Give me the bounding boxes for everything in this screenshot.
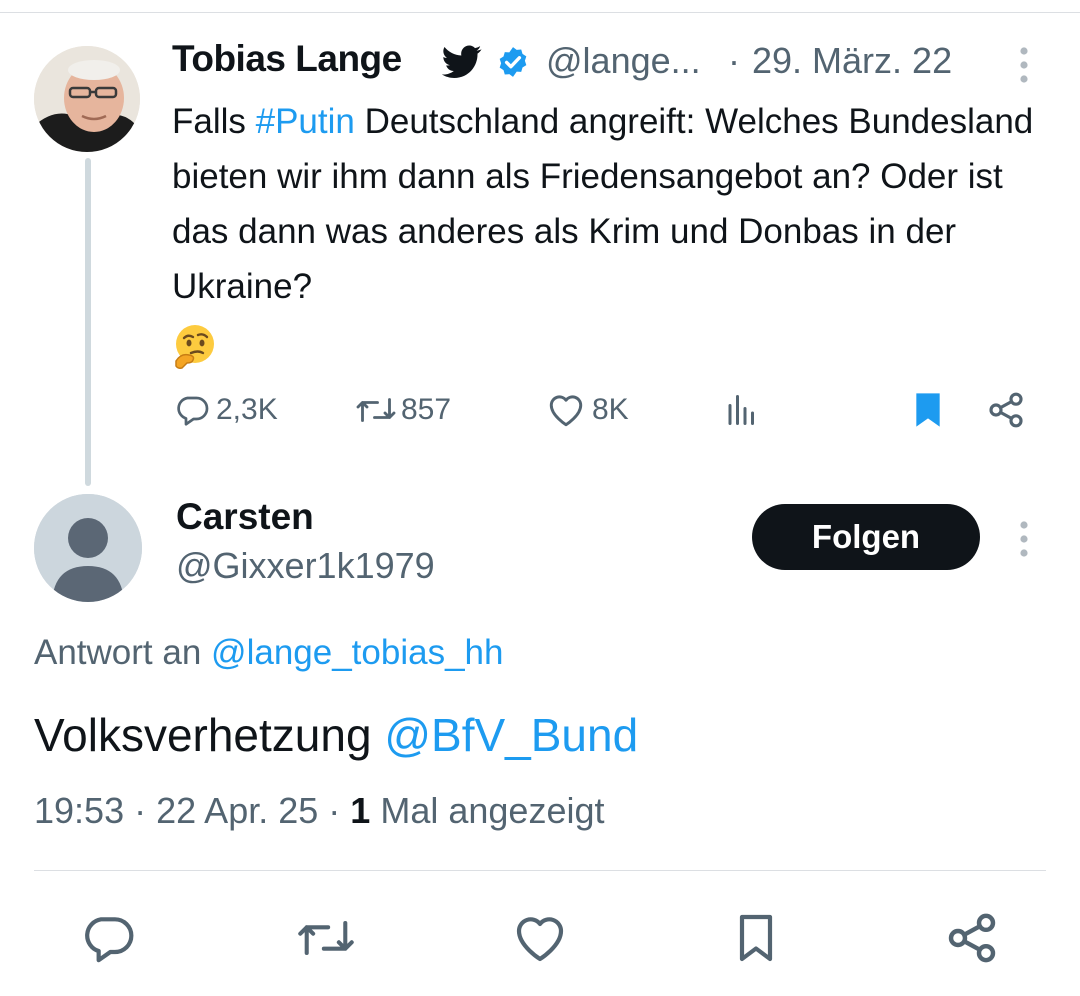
separator-dot: · — [728, 40, 740, 81]
hashtag-link[interactable]: #Putin — [256, 102, 355, 141]
more-vertical-icon[interactable] — [1016, 518, 1032, 560]
tweet-date[interactable]: 29. März. 22 — [752, 40, 952, 82]
top-divider — [0, 12, 1080, 13]
verified-badge-icon — [496, 45, 530, 79]
twitter-bird-icon — [441, 45, 482, 79]
view-count: 1 — [350, 790, 371, 831]
reply-text-body: Volksverhetzung — [34, 709, 385, 761]
reply-to-handle-link[interactable]: @lange_tobias_hh — [211, 633, 503, 672]
reply-to-line: Antwort an @lange_tobias_hh — [34, 633, 503, 673]
avatar-tobias-lange[interactable] — [34, 46, 140, 152]
avatar-carsten[interactable] — [34, 494, 142, 602]
reply-text: Volksverhetzung @BfV_Bund — [34, 708, 638, 762]
tweet-text: Falls #Putin Deutschland angreift: Welch… — [172, 94, 1042, 369]
heart-icon — [546, 392, 586, 428]
share-button[interactable] — [986, 390, 1026, 430]
bookmark-filled-icon — [910, 390, 946, 430]
reply-time[interactable]: 19:53 — [34, 790, 124, 831]
repost-icon[interactable] — [296, 910, 354, 966]
author-name[interactable]: Tobias Lange — [172, 38, 402, 80]
author-handle[interactable]: @lange... — [546, 40, 701, 82]
analytics-icon — [724, 392, 760, 428]
reply-button[interactable]: 2,3K — [174, 392, 278, 428]
share-icon — [986, 390, 1026, 430]
tweet-text-start: Falls — [172, 102, 256, 141]
bookmark-icon[interactable] — [728, 910, 784, 966]
follow-button[interactable]: Folgen — [752, 504, 980, 570]
views-button[interactable] — [724, 392, 760, 428]
reply-to-label: Antwort an — [34, 633, 212, 672]
mention-link[interactable]: @BfV_Bund — [384, 709, 638, 761]
like-count: 8K — [592, 393, 629, 426]
tweet-meta: 19:53 · 22 Apr. 25 · 1 Mal angezeigt — [34, 790, 604, 832]
view-label: Mal angezeigt — [380, 790, 605, 831]
heart-icon[interactable] — [512, 910, 568, 966]
meta-separator: · — [328, 790, 341, 831]
actions-divider — [34, 870, 1046, 871]
repost-count: 857 — [401, 393, 452, 426]
bookmark-button[interactable] — [910, 390, 946, 430]
reply-date[interactable]: 22 Apr. 25 — [156, 790, 318, 831]
repost-icon — [355, 392, 397, 428]
more-vertical-icon[interactable] — [1016, 44, 1032, 86]
like-button[interactable]: 8K — [546, 392, 629, 428]
reply-icon — [174, 392, 210, 428]
reply-author-handle[interactable]: @Gixxer1k1979 — [176, 545, 435, 587]
repost-button[interactable]: 857 — [355, 392, 451, 428]
reply-author-name[interactable]: Carsten — [176, 496, 314, 538]
thinking-face-icon — [172, 323, 218, 369]
share-icon[interactable] — [944, 910, 1000, 966]
meta-separator: · — [134, 790, 147, 831]
reply-icon[interactable] — [80, 910, 136, 966]
thread-line — [85, 158, 91, 486]
reply-count: 2,3K — [216, 393, 278, 426]
